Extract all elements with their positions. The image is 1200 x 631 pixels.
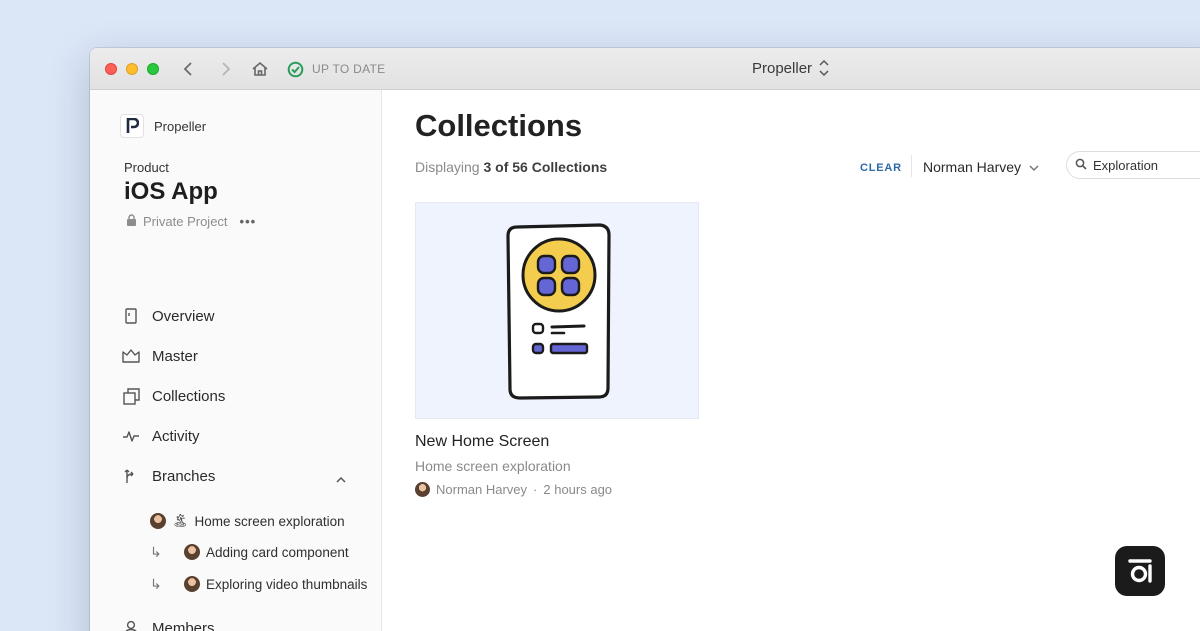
sub-branch-arrow-icon: ↳ <box>150 575 162 592</box>
user-filter-label: Norman Harvey <box>923 159 1022 175</box>
sidebar: Propeller Product iOS App Private Projec… <box>90 90 382 631</box>
minimize-window-button[interactable] <box>126 63 138 75</box>
page-title: Collections <box>415 108 583 143</box>
collection-card-title[interactable]: New Home Screen <box>415 433 549 451</box>
master-icon <box>122 347 140 365</box>
app-window: UP TO DATE Propeller Propeller Product i… <box>90 48 1200 631</box>
sync-check-icon <box>285 59 305 79</box>
chevron-up-down-icon[interactable] <box>818 59 830 82</box>
privacy-label: Private Project <box>143 214 228 229</box>
branches-icon <box>122 467 140 485</box>
clear-filters-button[interactable]: CLEAR <box>860 162 902 174</box>
nav-members-label: Members <box>152 619 215 631</box>
card-time: 2 hours ago <box>543 482 613 497</box>
titlebar: UP TO DATE Propeller <box>90 48 1200 90</box>
branch-label: Home screen exploration <box>194 513 345 529</box>
back-icon[interactable] <box>179 59 199 79</box>
nav-branches[interactable]: Branches <box>122 464 215 488</box>
divider <box>911 155 912 177</box>
nav-branches-label: Branches <box>152 467 216 485</box>
main-content: Collections Displaying 3 of 56 Collectio… <box>383 90 1200 631</box>
avatar <box>184 544 200 560</box>
collection-card-thumbnail[interactable] <box>415 202 699 419</box>
card-author: Norman Harvey <box>436 482 528 497</box>
search-icon <box>1075 158 1087 173</box>
displaying-count: 3 of 56 Collections <box>483 159 608 175</box>
project-title: iOS App <box>124 178 218 205</box>
branch-item[interactable]: 🏝 Home screen exploration <box>150 511 345 531</box>
activity-icon <box>122 427 140 445</box>
collection-card-meta: Norman Harvey · 2 hours ago <box>415 482 612 497</box>
result-count: Displaying 3 of 56 Collections <box>415 159 607 175</box>
meta-separator: · <box>533 482 538 497</box>
search-value: Exploration <box>1093 157 1159 173</box>
avatar <box>150 513 166 529</box>
nav-overview-label: Overview <box>152 307 215 325</box>
more-options-button[interactable]: ••• <box>240 214 257 229</box>
org-name[interactable]: Propeller <box>154 119 206 134</box>
propeller-logo-icon <box>120 114 144 138</box>
overview-icon <box>122 307 140 325</box>
chevron-up-icon[interactable] <box>336 470 346 488</box>
nav-activity-label: Activity <box>152 427 200 445</box>
displaying-prefix: Displaying <box>415 159 480 175</box>
privacy-status: Private Project ••• <box>126 214 256 229</box>
collection-card-subtitle: Home screen exploration <box>415 458 571 474</box>
branch-label: Exploring video thumbnails <box>206 576 368 592</box>
phone-illustration-icon <box>506 223 611 400</box>
forward-icon[interactable] <box>215 59 235 79</box>
island-emoji-icon: 🏝 <box>172 513 189 528</box>
user-filter-dropdown[interactable]: Norman Harvey <box>923 159 1039 175</box>
lock-icon <box>126 214 137 229</box>
nav-collections-label: Collections <box>152 387 226 405</box>
nav-members[interactable]: Members <box>122 616 215 631</box>
window-title[interactable]: Propeller <box>752 60 812 77</box>
chevron-down-icon <box>1029 159 1039 175</box>
avatar <box>184 576 200 592</box>
collections-icon <box>122 387 140 405</box>
branch-item[interactable]: ↳ Exploring video thumbnails <box>150 574 367 594</box>
nav-activity[interactable]: Activity <box>122 424 200 448</box>
home-icon[interactable] <box>250 59 270 79</box>
search-input[interactable]: Exploration <box>1066 151 1200 179</box>
nav-master[interactable]: Master <box>122 344 198 368</box>
avatar <box>415 482 430 497</box>
sync-status: UP TO DATE <box>312 62 386 76</box>
nav-overview[interactable]: Overview <box>122 304 215 328</box>
members-icon <box>122 619 140 631</box>
zoom-window-button[interactable] <box>147 63 159 75</box>
sub-branch-arrow-icon: ↳ <box>150 543 162 560</box>
brand-badge-icon <box>1115 546 1165 596</box>
section-label: Product <box>124 160 169 175</box>
branch-item[interactable]: ↳ Adding card component <box>150 542 349 562</box>
nav-collections[interactable]: Collections <box>122 384 225 408</box>
close-window-button[interactable] <box>105 63 117 75</box>
branch-label: Adding card component <box>206 544 349 560</box>
nav-master-label: Master <box>152 347 198 365</box>
